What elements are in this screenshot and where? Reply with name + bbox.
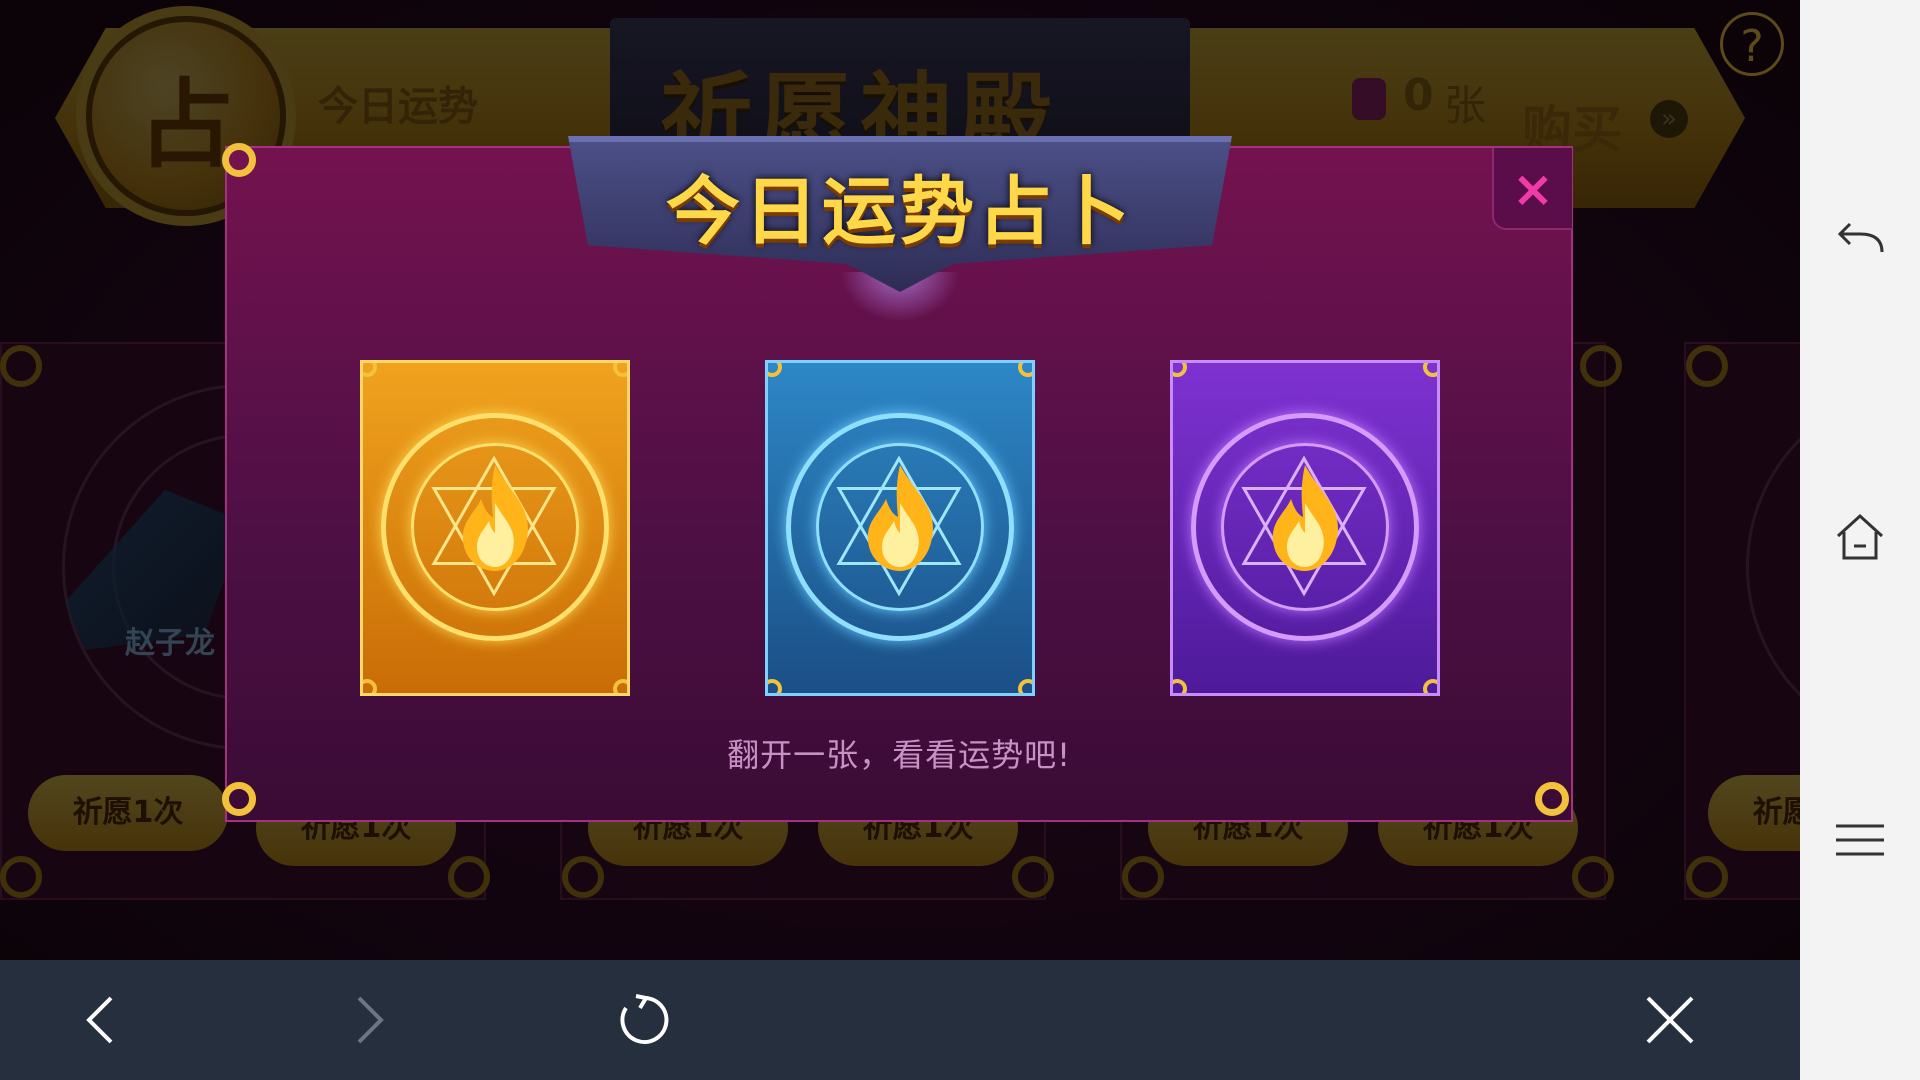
game-viewport: 占 今日运势 祈愿神殿 0 张 购买 » 赵子龙 祈愿1次 祈愿1次 祈愿1次 … [0, 0, 1800, 960]
system-home-button[interactable] [1800, 488, 1920, 588]
close-icon [1646, 996, 1694, 1044]
dialog-corner-ornament [222, 143, 262, 183]
card-corner-ornament [768, 363, 782, 377]
back-icon [1837, 222, 1884, 253]
card-corner-ornament [1173, 679, 1187, 693]
card-corner-ornament [1018, 679, 1032, 693]
browser-refresh-button[interactable] [584, 960, 704, 1080]
card-corner-ornament [1018, 363, 1032, 377]
menu-icon [1836, 824, 1884, 856]
dialog-corner-ornament [222, 782, 262, 822]
back-arrow-icon [86, 996, 113, 1044]
system-menu-button[interactable] [1800, 790, 1920, 890]
browser-close-button[interactable] [1610, 960, 1730, 1080]
flame-icon [1272, 465, 1338, 571]
system-nav-bar [1800, 0, 1920, 1080]
card-corner-ornament [613, 363, 627, 377]
card-corner-ornament [613, 679, 627, 693]
flame-icon [867, 465, 933, 571]
dialog-title: 今日运势占卜 [666, 169, 1134, 255]
browser-toolbar [0, 960, 1800, 1080]
card-corner-ornament [1173, 363, 1187, 377]
dialog-corner-ornament [1535, 782, 1575, 822]
system-back-button[interactable] [1800, 190, 1920, 290]
flame-icon [462, 465, 528, 571]
fortune-card-purple[interactable] [1170, 360, 1440, 696]
close-icon: × [1512, 160, 1554, 218]
fortune-card-gold[interactable] [360, 360, 630, 696]
close-dialog-button[interactable]: × [1492, 148, 1572, 230]
card-corner-ornament [363, 363, 377, 377]
card-corner-ornament [1423, 679, 1437, 693]
help-button[interactable]: ? [1720, 12, 1784, 76]
browser-back-button[interactable] [40, 960, 160, 1080]
browser-forward-button[interactable] [310, 960, 430, 1080]
refresh-icon [620, 994, 669, 1044]
flip-card-hint: 翻开一张，看看运势吧! [727, 736, 1071, 774]
forward-arrow-icon [357, 996, 384, 1044]
fortune-card-blue[interactable] [765, 360, 1035, 696]
card-corner-ornament [1423, 363, 1437, 377]
card-corner-ornament [363, 679, 377, 693]
home-icon [1836, 513, 1884, 560]
card-corner-ornament [768, 679, 782, 693]
